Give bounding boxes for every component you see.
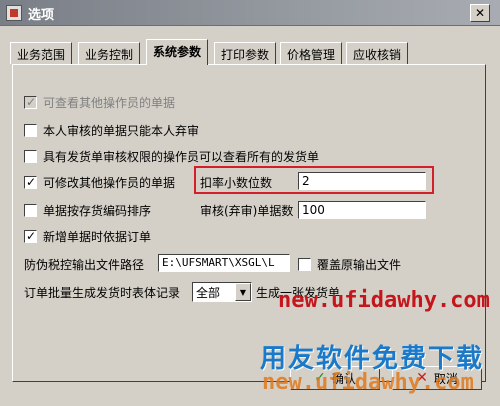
tab-system-params[interactable]: 系统参数: [146, 39, 209, 65]
overwrite-output-label: 覆盖原输出文件: [317, 258, 402, 272]
tax-output-label: 防伪税控输出文件路径: [24, 258, 145, 272]
option-overwrite-output[interactable]: 覆盖原输出文件: [298, 256, 401, 273]
tab-business-control[interactable]: 业务控制: [78, 42, 141, 64]
tab-panel: [12, 64, 486, 382]
watermark-url-lower: new.ufidawhy.com: [262, 370, 474, 395]
modify-others-label: 可修改其他操作员的单据: [43, 176, 176, 190]
option-new-by-order[interactable]: 新增单据时依据订单: [24, 228, 151, 245]
batch-order-select[interactable]: 全部 ▼: [192, 282, 252, 302]
tab-price-management[interactable]: 价格管理: [280, 42, 343, 64]
option-view-all-delivery[interactable]: 具有发货单审核权限的操作员可以查看所有的发货单: [24, 148, 319, 165]
self-abandon-label: 本人审核的单据只能本人弃审: [43, 124, 200, 138]
audit-count-label: 审核(弃审)单据数: [200, 204, 294, 218]
title-bar: 选项 ✕: [0, 0, 500, 26]
tab-receivable-writeoff[interactable]: 应收核销: [346, 42, 409, 64]
app-icon: [6, 5, 22, 21]
option-self-abandon[interactable]: 本人审核的单据只能本人弃审: [24, 122, 199, 139]
close-button[interactable]: ✕: [470, 4, 490, 22]
option-view-others: 可查看其他操作员的单据: [24, 94, 175, 111]
view-all-delivery-checkbox[interactable]: [24, 150, 37, 163]
discount-decimals-label: 扣率小数位数: [200, 176, 273, 190]
view-others-checkbox: [24, 94, 37, 110]
tab-business-scope[interactable]: 业务范围: [10, 42, 73, 64]
window-title: 选项: [28, 8, 55, 23]
option-sort-by-inventory[interactable]: 单据按存货编码排序: [24, 202, 151, 219]
new-by-order-label: 新增单据时依据订单: [43, 230, 152, 244]
chevron-down-icon[interactable]: ▼: [235, 283, 251, 301]
sort-by-inventory-checkbox[interactable]: [24, 204, 37, 217]
self-abandon-checkbox[interactable]: [24, 124, 37, 137]
tax-output-path-input[interactable]: E:\UFSMART\XSGL\L: [158, 254, 290, 272]
view-others-label: 可查看其他操作员的单据: [43, 96, 176, 110]
batch-order-value: 全部: [196, 286, 221, 300]
new-by-order-checkbox[interactable]: [24, 228, 37, 244]
discount-decimals-input[interactable]: 2: [298, 172, 426, 190]
watermark-url: new.ufidawhy.com: [278, 288, 490, 313]
modify-others-checkbox[interactable]: [24, 174, 37, 190]
sort-by-inventory-label: 单据按存货编码排序: [43, 204, 152, 218]
view-all-delivery-label: 具有发货单审核权限的操作员可以查看所有的发货单: [43, 150, 320, 164]
overwrite-output-checkbox[interactable]: [298, 258, 311, 271]
option-modify-others[interactable]: 可修改其他操作员的单据: [24, 174, 175, 191]
audit-count-input[interactable]: 100: [298, 201, 426, 219]
batch-order-label: 订单批量生成发货时表体记录: [24, 286, 181, 300]
tab-print-params[interactable]: 打印参数: [214, 42, 277, 64]
